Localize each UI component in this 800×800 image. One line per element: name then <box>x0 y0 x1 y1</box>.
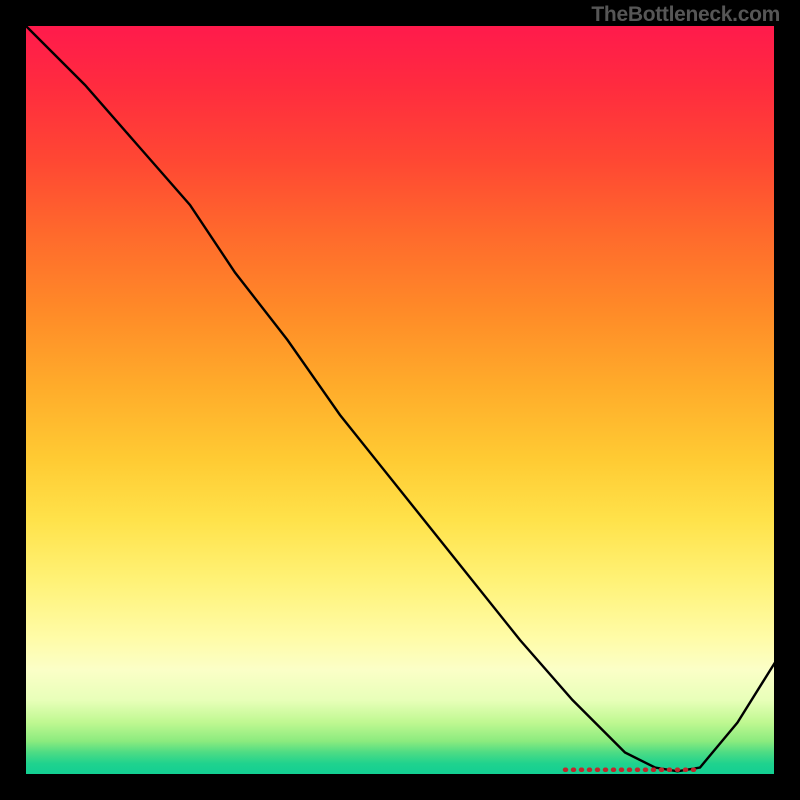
chart-plot-area <box>25 25 775 775</box>
watermark-text: TheBottleneck.com <box>591 3 780 27</box>
chart-overlay-svg <box>25 25 775 775</box>
chart-line-series-1 <box>25 25 775 771</box>
